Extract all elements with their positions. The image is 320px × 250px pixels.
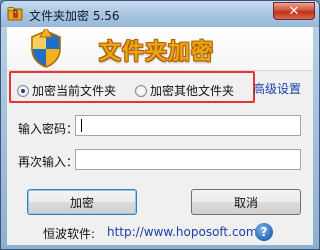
help-icon[interactable]: ?: [255, 223, 273, 241]
radio-encrypt-current-folder-label: 加密当前文件夹: [32, 84, 117, 98]
radio-encrypt-other-folder[interactable]: 加密其他文件夹: [135, 82, 234, 99]
close-icon: ✕: [288, 3, 300, 19]
shield-icon: [31, 29, 61, 68]
app-icon: [7, 7, 23, 21]
window-title: 文件夹加密 5.56: [29, 9, 120, 23]
advanced-settings-link[interactable]: 高级设置: [253, 80, 301, 97]
text-caret: [81, 119, 82, 132]
close-button[interactable]: ✕: [273, 2, 315, 20]
footer-company-label: 恒波软件:: [43, 227, 96, 241]
cancel-button[interactable]: 取消: [191, 189, 301, 215]
encrypt-button[interactable]: 加密: [27, 189, 137, 215]
confirm-password-label: 再次输入：: [18, 155, 79, 169]
footer: 恒波软件: http://www.hoposoft.com ?: [7, 221, 313, 245]
radio-encrypt-other-folder-label: 加密其他文件夹: [150, 84, 235, 98]
app-window: 文件夹加密 5.56 ✕ 文件夹加密 加密当前文件夹 加密其他文件夹 高级设置 …: [0, 0, 320, 250]
banner-title: 文件夹加密: [99, 40, 215, 65]
website-link[interactable]: http://www.hoposoft.com: [107, 225, 258, 239]
encrypt-target-group: 加密当前文件夹 加密其他文件夹: [9, 71, 255, 103]
radio-encrypt-current-folder[interactable]: 加密当前文件夹: [17, 82, 116, 99]
confirm-password-field[interactable]: [75, 149, 301, 170]
password-field[interactable]: [75, 115, 301, 136]
client-area: 文件夹加密 加密当前文件夹 加密其他文件夹 高级设置 输入密码： 再次输入： 加…: [7, 27, 313, 245]
title-bar[interactable]: 文件夹加密 5.56 ✕: [1, 1, 319, 27]
banner: 文件夹加密: [7, 27, 313, 71]
radio-checked-icon[interactable]: [17, 84, 29, 97]
password-label: 输入密码：: [18, 122, 79, 136]
radio-unchecked-icon[interactable]: [135, 84, 147, 97]
